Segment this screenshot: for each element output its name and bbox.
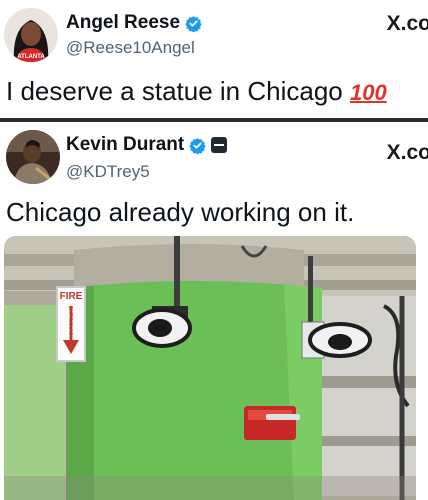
tweet-photo[interactable]: FIRE EXTINGUISHER bbox=[4, 236, 416, 500]
tweet-text: I deserve a statue in Chicago 100 bbox=[6, 76, 387, 107]
fire-sign-label: FIRE bbox=[59, 291, 83, 302]
x-logo: X.co bbox=[386, 12, 428, 35]
avatar-image bbox=[6, 130, 60, 184]
tweet-card-kevin-durant: Kevin Durant @KDTrey5 X.co Chicago alrea… bbox=[0, 122, 428, 234]
display-name[interactable]: Angel Reese bbox=[66, 12, 180, 34]
tweet-text-body: I deserve a statue in Chicago bbox=[6, 76, 343, 106]
author-row: Kevin Durant bbox=[66, 134, 228, 156]
tweet-text: Chicago already working on it. bbox=[6, 197, 355, 227]
handle[interactable]: @KDTrey5 bbox=[66, 162, 150, 182]
verified-icon bbox=[185, 15, 202, 32]
fire-extinguisher-sign: FIRE EXTINGUISHER bbox=[56, 286, 86, 362]
verified-icon bbox=[189, 137, 206, 154]
down-arrow-icon bbox=[63, 306, 79, 354]
parking-garage-pillar-image bbox=[4, 236, 416, 500]
author-row: Angel Reese bbox=[66, 12, 202, 34]
avatar-kevin-durant[interactable] bbox=[6, 130, 60, 184]
handle[interactable]: @Reese10Angel bbox=[66, 38, 195, 58]
100-emoji-icon: 100 bbox=[350, 80, 387, 105]
x-logo: X.co bbox=[386, 141, 428, 164]
avatar-angel-reese[interactable]: ATLANTA bbox=[4, 8, 58, 62]
government-badge-icon bbox=[211, 137, 228, 153]
tweet-card-angel-reese: ATLANTA Angel Reese @Reese10Angel X.co I… bbox=[0, 0, 428, 118]
display-name[interactable]: Kevin Durant bbox=[66, 134, 184, 156]
avatar-image: ATLANTA bbox=[4, 8, 58, 62]
svg-text:ATLANTA: ATLANTA bbox=[17, 54, 45, 60]
